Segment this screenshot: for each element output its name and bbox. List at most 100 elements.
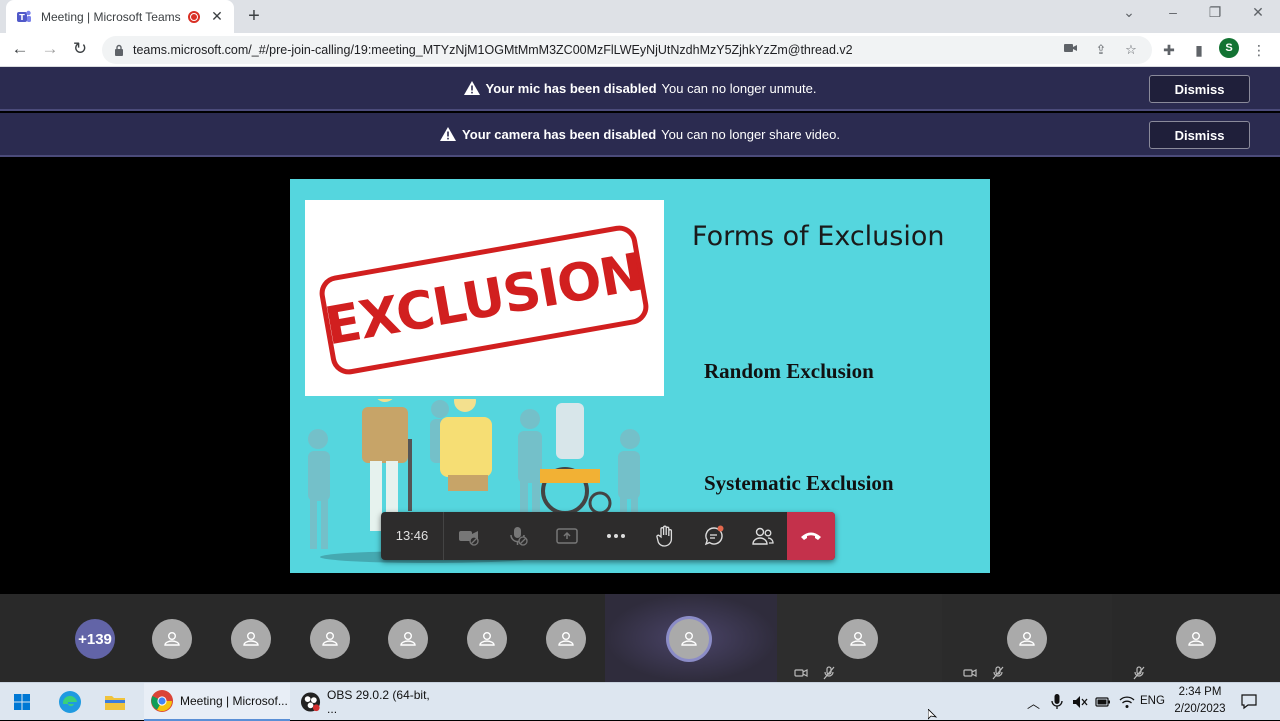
volume-muted-icon[interactable] xyxy=(1072,695,1088,709)
speaking-participant-avatar[interactable] xyxy=(669,619,709,659)
close-tab-icon[interactable]: ✕ xyxy=(210,8,224,25)
share-screen-button[interactable] xyxy=(542,512,591,560)
participant-avatar[interactable] xyxy=(231,619,271,659)
share-icon[interactable]: ⇪ xyxy=(1092,41,1110,59)
chat-icon xyxy=(704,525,723,546)
person-icon xyxy=(681,632,697,646)
taskbar-app-label: OBS 29.0.2 (64-bit, ... xyxy=(327,688,430,716)
participant-avatar[interactable] xyxy=(546,619,586,659)
participant-avatar[interactable] xyxy=(467,619,507,659)
mic-off-icon xyxy=(823,666,835,680)
microphone-icon[interactable] xyxy=(1051,694,1063,710)
person-icon xyxy=(850,632,866,646)
banner-text: You can no longer unmute. xyxy=(661,80,817,96)
profile-avatar[interactable]: S xyxy=(1219,38,1239,58)
clock-time[interactable]: 2:34 PM xyxy=(1170,686,1230,698)
mic-off-button[interactable] xyxy=(493,512,542,560)
more-actions-button[interactable] xyxy=(591,512,640,560)
participant-avatar[interactable] xyxy=(310,619,350,659)
chat-button[interactable] xyxy=(689,512,738,560)
taskbar-app-obs[interactable]: OBS 29.0.2 (64-bit, ... xyxy=(296,683,438,721)
person-icon xyxy=(1188,632,1204,646)
lock-icon xyxy=(115,44,123,56)
more-participants-badge[interactable]: +139 xyxy=(75,619,115,659)
windows-icon xyxy=(14,694,30,710)
restore-icon[interactable]: ❐ xyxy=(1205,4,1225,21)
dismiss-button[interactable]: Dismiss xyxy=(1149,121,1250,149)
warning-icon xyxy=(440,127,457,141)
exclusion-stamp-image: EXCLUSION xyxy=(305,200,664,396)
new-tab-button[interactable]: + xyxy=(244,5,264,28)
person-icon xyxy=(322,632,338,646)
slide-bullet: Systematic Exclusion xyxy=(704,471,894,495)
person-icon xyxy=(243,632,259,646)
camera-off-button[interactable] xyxy=(444,512,493,560)
tray-chevron-icon[interactable]: ︿ xyxy=(1027,693,1040,712)
camera-blocked-icon[interactable] xyxy=(1062,41,1080,59)
camera-off-icon xyxy=(458,531,479,546)
camera-off-icon xyxy=(963,669,977,677)
raise-hand-icon xyxy=(655,525,672,547)
participant-avatar[interactable] xyxy=(1176,619,1216,659)
notifications-icon[interactable] xyxy=(1241,694,1257,710)
edge-icon xyxy=(59,691,81,713)
minimize-icon[interactable]: – xyxy=(1163,4,1183,20)
browser-toolbar: ← → ↻ teams.microsoft.com/_#/pre-join-ca… xyxy=(0,33,1280,67)
participant-avatar[interactable] xyxy=(388,619,428,659)
language-indicator[interactable]: ENG xyxy=(1140,695,1165,707)
participant-avatar[interactable] xyxy=(152,619,192,659)
slide-title: Forms of Exclusion xyxy=(692,221,945,252)
chrome-icon xyxy=(151,690,173,712)
participant-avatar[interactable] xyxy=(1007,619,1047,659)
mic-off-icon xyxy=(992,666,1004,680)
call-controls: 13:46 xyxy=(381,512,835,560)
person-icon xyxy=(164,632,180,646)
browser-tab-teams[interactable]: T Meeting | Microsoft Teams ✕ xyxy=(6,0,234,33)
hang-up-icon xyxy=(801,532,821,540)
url-text: teams.microsoft.com/_#/pre-join-calling/… xyxy=(133,43,853,57)
dismiss-button[interactable]: Dismiss xyxy=(1149,75,1250,103)
raise-hand-button[interactable] xyxy=(640,512,689,560)
slide-bullet: Random Exclusion xyxy=(704,359,874,383)
side-panel-icon[interactable]: ▮ xyxy=(1190,41,1208,59)
file-explorer-button[interactable] xyxy=(104,683,126,721)
wifi-icon[interactable] xyxy=(1119,695,1135,709)
forward-icon[interactable]: → xyxy=(40,39,60,59)
person-icon xyxy=(479,632,495,646)
stamp: EXCLUSION xyxy=(316,222,652,378)
participants-button[interactable] xyxy=(738,512,787,560)
folder-icon xyxy=(105,696,125,710)
call-timer: 13:46 xyxy=(381,512,444,560)
person-icon xyxy=(558,632,574,646)
reload-icon[interactable]: ↻ xyxy=(70,39,90,59)
start-button[interactable] xyxy=(14,683,30,721)
clock-date[interactable]: 2/20/2023 xyxy=(1170,703,1230,715)
participant-avatar[interactable] xyxy=(838,619,878,659)
close-window-icon[interactable]: ✕ xyxy=(1248,4,1268,21)
share-screen-icon xyxy=(555,528,578,544)
warning-icon xyxy=(463,81,480,95)
obs-icon xyxy=(300,692,321,712)
mic-off-icon xyxy=(1133,666,1145,680)
edge-button[interactable] xyxy=(58,683,82,721)
battery-icon[interactable] xyxy=(1095,696,1111,708)
menu-icon[interactable]: ⋮ xyxy=(1250,41,1268,59)
camera-off-icon xyxy=(794,669,808,677)
person-icon xyxy=(400,632,416,646)
taskbar-app-label: Meeting | Microsof... xyxy=(180,694,288,708)
extensions-icon[interactable]: ✚ xyxy=(1160,41,1178,59)
taskbar-app-chrome[interactable]: Meeting | Microsof... xyxy=(144,683,290,721)
teams-icon: T xyxy=(17,10,31,22)
back-icon[interactable]: ← xyxy=(10,39,30,59)
svg-text:T: T xyxy=(19,13,25,22)
meeting-stage: EXCLUSION Forms of Exclusion Random Excl… xyxy=(0,158,1280,594)
mic-off-icon xyxy=(509,527,528,546)
banner-title: Your camera has been disabled xyxy=(462,126,657,142)
person-icon xyxy=(1019,632,1035,646)
bookmark-star-icon[interactable]: ☆ xyxy=(1122,41,1140,59)
banner-text: You can no longer share video. xyxy=(661,126,840,142)
address-bar[interactable]: teams.microsoft.com/_#/pre-join-calling/… xyxy=(102,36,1152,64)
tab-search-icon[interactable]: ⌄ xyxy=(1119,4,1139,21)
windows-taskbar: Meeting | Microsof... OBS 29.0.2 (64-bit… xyxy=(0,682,1280,721)
leave-call-button[interactable] xyxy=(787,512,835,560)
